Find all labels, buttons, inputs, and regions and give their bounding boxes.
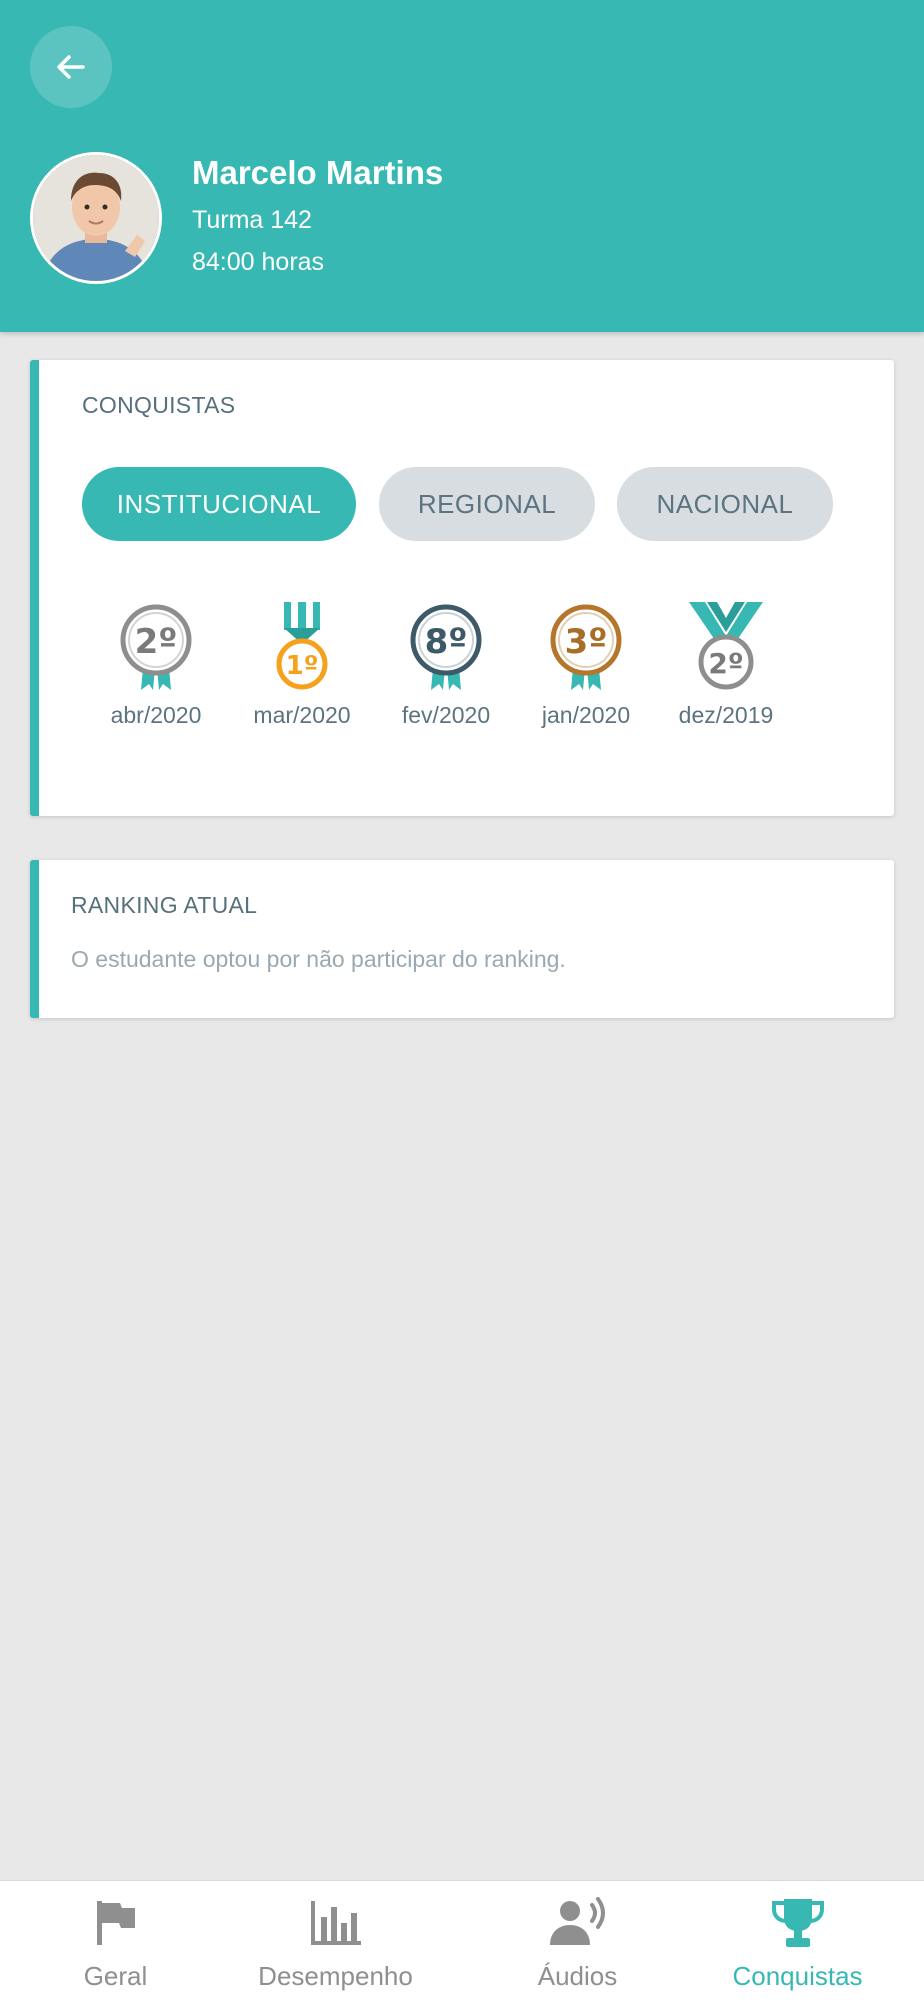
svg-text:2º: 2º <box>708 647 743 680</box>
ranking-title: RANKING ATUAL <box>71 892 258 918</box>
tab-nacional[interactable]: NACIONAL <box>617 467 833 541</box>
medal-icon: 2º <box>120 604 192 690</box>
profile-header: Marcelo Martins Turma 142 84:00 horas <box>0 0 924 332</box>
user-class: Turma 142 <box>192 206 312 234</box>
nav-item-geral[interactable]: Geral <box>0 1881 231 2001</box>
medal-icon: 1º <box>276 602 328 690</box>
achievements-title: CONQUISTAS <box>82 392 236 418</box>
svg-text:1º: 1º <box>286 651 319 681</box>
medal-icon: 2º <box>689 602 763 690</box>
user-hours: 84:00 horas <box>192 248 325 276</box>
bottom-navigation: Geral Desempenho Áudios Conquistas <box>0 1880 924 2001</box>
medal-month: mar/2020 <box>253 702 351 728</box>
flag-icon <box>96 1901 135 1945</box>
medal-month: abr/2020 <box>110 702 202 728</box>
medal-item[interactable]: 2º abr/2020 <box>86 602 226 729</box>
nav-label: Desempenho <box>258 1961 413 1991</box>
nav-label: Conquistas <box>732 1961 863 1991</box>
medal-item[interactable]: 2º dez/2019 <box>656 602 796 729</box>
tab-regional[interactable]: REGIONAL <box>379 467 595 541</box>
svg-text:2º: 2º <box>135 622 178 662</box>
user-name: Marcelo Martins <box>192 154 444 191</box>
ranking-card: RANKING ATUAL O estudante optou por não … <box>30 860 894 1018</box>
medal-item[interactable]: 1º mar/2020 <box>232 602 372 729</box>
avatar <box>30 152 162 284</box>
tab-institucional[interactable]: INSTITUCIONAL <box>82 467 356 541</box>
achievements-card: CONQUISTAS INSTITUCIONAL REGIONAL NACION… <box>30 360 894 816</box>
svg-text:3º: 3º <box>565 622 608 662</box>
speaker-person-icon <box>549 1897 605 1945</box>
medal-icon: 3º <box>550 604 622 690</box>
back-button[interactable] <box>30 26 112 108</box>
nav-item-audios[interactable]: Áudios <box>462 1881 693 2001</box>
nav-label: Geral <box>83 1961 148 1991</box>
medal-item[interactable]: 8º fev/2020 <box>376 602 516 729</box>
medal-icon: 8º <box>410 604 482 690</box>
ranking-message: O estudante optou por não participar do … <box>71 946 566 972</box>
medal-month: fev/2020 <box>401 702 491 728</box>
trophy-icon <box>771 1899 824 1947</box>
medal-item[interactable]: 3º jan/2020 <box>516 602 656 729</box>
bar-chart-icon <box>310 1901 361 1945</box>
svg-text:8º: 8º <box>425 622 468 662</box>
nav-item-desempenho[interactable]: Desempenho <box>220 1881 451 2001</box>
medal-month: dez/2019 <box>678 702 774 728</box>
medal-month: jan/2020 <box>541 702 631 728</box>
nav-label: Áudios <box>537 1961 618 1991</box>
nav-item-conquistas[interactable]: Conquistas <box>682 1881 913 2001</box>
arrow-left-icon <box>57 55 85 79</box>
